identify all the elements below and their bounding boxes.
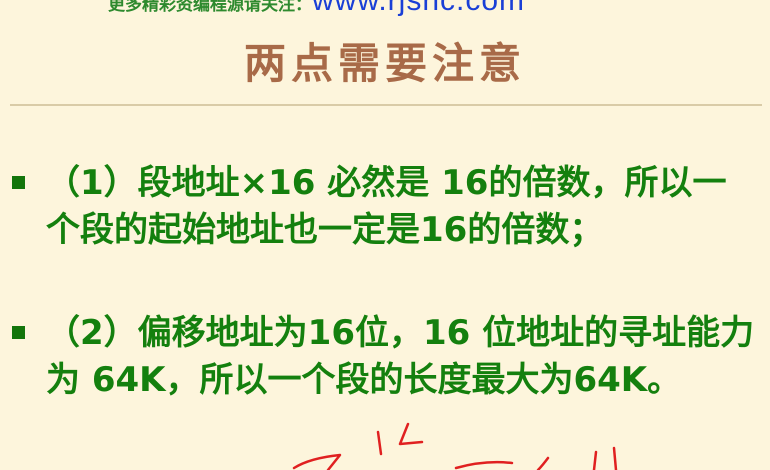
bullet-point-2: （2）偏移地址为16位，16 位地址的寻址能力为 64K，所以一个段的长度最大为…: [12, 310, 757, 404]
annotation-stroke: [292, 453, 342, 470]
title-divider: [10, 104, 762, 106]
handwritten-annotation: [292, 422, 618, 470]
annotation-stroke: [376, 430, 383, 456]
annotation-stroke: [592, 450, 598, 470]
bullet-point-1: （1）段地址×16 必然是 16的倍数，所以一个段的起始地址也一定是16的倍数；: [12, 160, 757, 254]
watermark-prefix: 更多精彩资编程源请关注：: [108, 0, 312, 15]
bullet-square-icon: [12, 326, 25, 339]
bullet-text-1: （1）段地址×16 必然是 16的倍数，所以一个段的起始地址也一定是16的倍数；: [46, 163, 727, 250]
watermark-url: www.rjsnc.com: [312, 0, 526, 17]
annotation-stroke: [454, 460, 514, 470]
annotation-stroke: [612, 446, 618, 470]
annotation-stroke: [398, 422, 424, 446]
slide-title: 两点需要注意: [243, 39, 526, 88]
bullet-square-icon: [12, 176, 25, 189]
bullet-text-2: （2）偏移地址为16位，16 位地址的寻址能力为 64K，所以一个段的长度最大为…: [46, 313, 755, 400]
annotation-stroke: [536, 456, 550, 470]
watermark: 更多精彩资编程源请关注：www.rjsnc.com: [108, 0, 526, 17]
